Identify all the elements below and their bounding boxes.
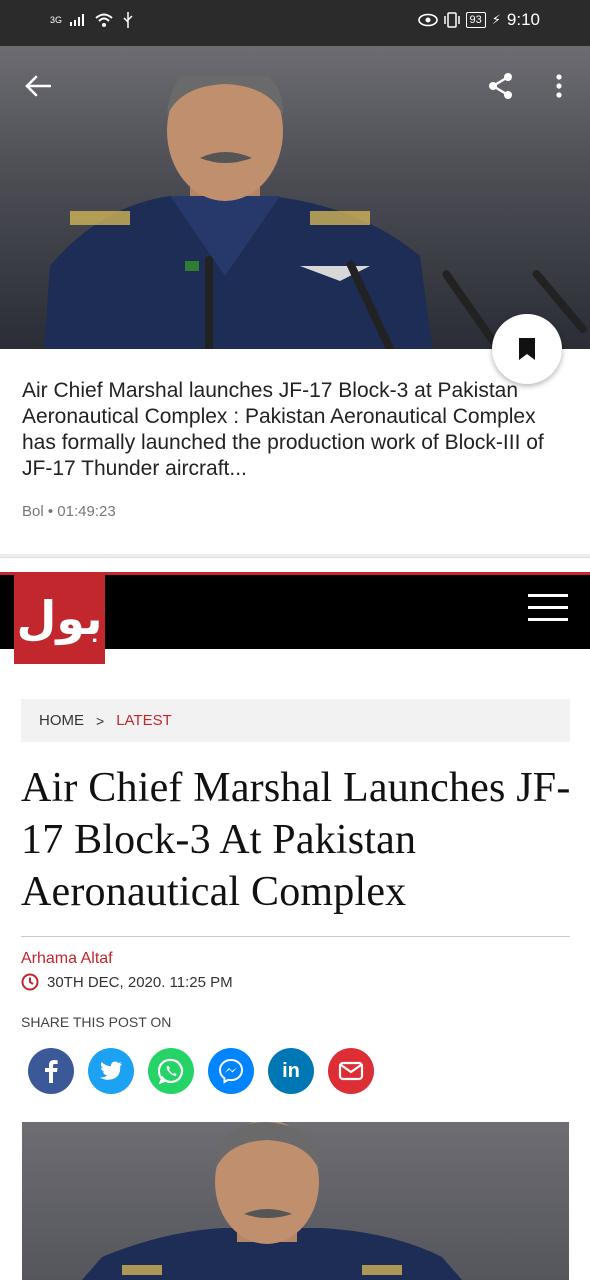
- officer-photo: [44, 76, 433, 349]
- whatsapp-icon: [158, 1058, 184, 1084]
- article-title: Air Chief Marshal Launches JF-17 Block-3…: [21, 765, 571, 915]
- battery-level: 93: [465, 12, 486, 28]
- title-divider: [21, 936, 570, 937]
- facebook-share-button[interactable]: [28, 1048, 74, 1094]
- bookmark-button[interactable]: [492, 314, 562, 384]
- linkedin-icon: in: [282, 1059, 300, 1082]
- whatsapp-share-button[interactable]: [148, 1048, 194, 1094]
- author-link[interactable]: Arhama Altaf: [21, 950, 113, 968]
- card-meta: Bol • 01:49:23: [22, 503, 116, 520]
- status-bar: 3G 93 ⚡ 9:10: [0, 0, 590, 46]
- eye-icon: [417, 13, 438, 27]
- breadcrumb-latest[interactable]: LATEST: [116, 712, 172, 729]
- card-time: 01:49:23: [57, 503, 116, 520]
- article-image: [22, 1122, 569, 1280]
- meta-dot: •: [47, 503, 58, 520]
- menu-button[interactable]: [528, 594, 568, 624]
- email-icon: [338, 1061, 364, 1081]
- back-arrow-icon: [25, 75, 51, 97]
- signal-icon: [70, 14, 85, 26]
- card-source: Bol: [22, 503, 44, 520]
- microphone-1: [205, 256, 213, 349]
- status-right: 93 ⚡ 9:10: [417, 10, 540, 30]
- hero-image: [0, 46, 590, 349]
- bol-logo[interactable]: بول: [14, 572, 105, 664]
- bookmark-icon: [519, 338, 535, 360]
- breadcrumb-home[interactable]: HOME: [39, 712, 84, 729]
- card-summary[interactable]: Air Chief Marshal launches JF-17 Block-3…: [22, 378, 570, 482]
- network-label: 3G: [50, 15, 63, 25]
- share-icon: [489, 73, 512, 99]
- back-button[interactable]: [20, 68, 56, 104]
- facebook-icon: [45, 1060, 58, 1083]
- publish-date-text: 30TH DEC, 2020. 11:25 PM: [47, 973, 233, 991]
- menu-line: [528, 594, 568, 597]
- wifi-icon: [95, 13, 113, 27]
- share-buttons: in: [28, 1048, 374, 1094]
- breadcrumb: HOME > LATEST: [21, 699, 570, 742]
- charging-icon: ⚡: [491, 12, 501, 27]
- messenger-icon: [218, 1058, 244, 1084]
- twitter-share-button[interactable]: [88, 1048, 134, 1094]
- menu-line: [528, 618, 568, 621]
- clock-time: 9:10: [506, 10, 540, 29]
- clock-icon: [21, 973, 39, 991]
- microphone-3: [440, 268, 499, 348]
- card-divider: [0, 554, 590, 558]
- vibrate-icon: [443, 12, 460, 28]
- officer-photo-thumbnail: [82, 1122, 462, 1280]
- linkedin-share-button[interactable]: in: [268, 1048, 314, 1094]
- messenger-share-button[interactable]: [208, 1048, 254, 1094]
- status-left: 3G: [50, 12, 134, 28]
- menu-line: [528, 606, 568, 609]
- share-label: SHARE THIS POST ON: [21, 1014, 172, 1030]
- usb-icon: [123, 12, 133, 28]
- email-share-button[interactable]: [328, 1048, 374, 1094]
- breadcrumb-separator: >: [96, 712, 105, 729]
- more-vertical-icon: [556, 74, 562, 98]
- publish-date: 30TH DEC, 2020. 11:25 PM: [21, 973, 233, 991]
- more-options-button[interactable]: [541, 68, 577, 104]
- twitter-icon: [99, 1061, 122, 1080]
- share-button[interactable]: [483, 68, 519, 104]
